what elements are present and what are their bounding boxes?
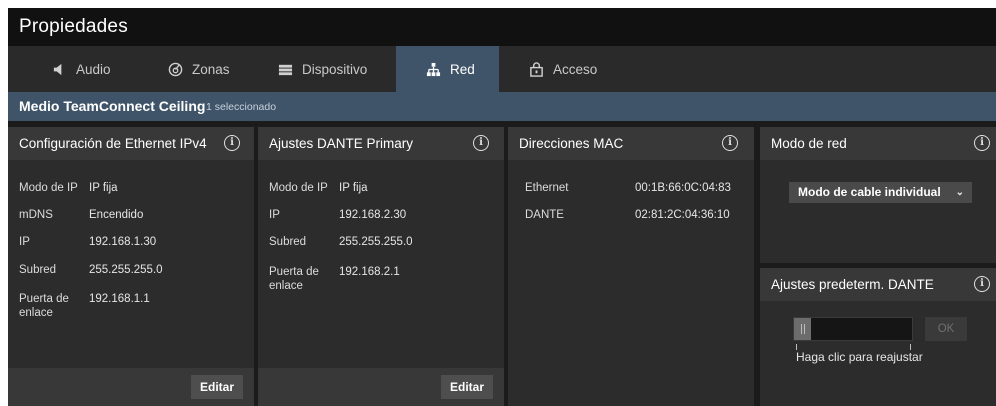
- properties-window: Propiedades Audio Zonas Dispositivo Red: [8, 8, 996, 406]
- tab-audio-label: Audio: [76, 61, 111, 77]
- dante-ip-label: IP: [269, 209, 280, 221]
- ipv4-ipmode-label: Modo de IP: [19, 182, 78, 194]
- network-mode-select[interactable]: Modo de cable individual ⌄: [789, 182, 972, 203]
- zones-icon: [168, 62, 183, 77]
- ipv4-edit-button[interactable]: Editar: [190, 375, 243, 399]
- tab-dispositivo[interactable]: Dispositivo: [278, 46, 367, 92]
- dante-ip-value: 192.168.2.30: [339, 209, 407, 221]
- ipv4-panel: Configuración de Ethernet IPv4 i Modo de…: [8, 127, 254, 406]
- dante-reset-title: Ajustes predeterm. DANTE: [771, 277, 934, 292]
- ipv4-ip-value: 192.168.1.30: [89, 236, 157, 248]
- ipv4-subnet-label: Subred: [19, 264, 57, 276]
- ipv4-mdns-value: Encendido: [89, 209, 144, 221]
- speaker-icon: [52, 62, 67, 77]
- device-bar: Medio TeamConnect Ceiling 1 seleccionado: [8, 92, 996, 121]
- dante-panel-header: Ajustes DANTE Primary i: [258, 127, 504, 160]
- tab-zonas[interactable]: Zonas: [168, 46, 230, 92]
- mac-dante-label: DANTE: [525, 209, 564, 221]
- ipv4-panel-header: Configuración de Ethernet IPv4 i: [8, 127, 254, 160]
- info-icon[interactable]: i: [473, 135, 489, 151]
- mac-ethernet-label: Ethernet: [525, 182, 569, 194]
- mac-panel: Direcciones MAC i Ethernet 00:1B:66:0C:0…: [508, 127, 754, 406]
- mac-panel-title: Direcciones MAC: [519, 136, 624, 151]
- chevron-down-icon: ⌄: [955, 187, 964, 198]
- dante-subnet-value: 255.255.255.0: [339, 236, 413, 248]
- title-bar: Propiedades: [8, 8, 996, 46]
- mac-ethernet-value: 00:1B:66:0C:04:83: [635, 182, 731, 194]
- dante-reset-header: Ajustes predeterm. DANTE i: [760, 268, 996, 301]
- info-icon[interactable]: i: [974, 276, 990, 292]
- dante-gateway-label: Puerta de enlace: [269, 266, 319, 292]
- selection-count: 1 seleccionado: [206, 101, 277, 113]
- network-mode-title: Modo de red: [771, 136, 847, 151]
- ipv4-gateway-label: Puerta de enlace: [19, 293, 69, 319]
- tab-red-label: Red: [450, 61, 475, 77]
- info-icon[interactable]: i: [224, 135, 240, 151]
- tab-acceso[interactable]: Acceso: [529, 46, 597, 92]
- reset-slider[interactable]: [793, 317, 913, 341]
- ipv4-mdns-label: mDNS: [19, 209, 53, 221]
- mac-dante-value: 02:81:2C:04:36:10: [635, 209, 730, 221]
- tab-audio[interactable]: Audio: [52, 46, 111, 92]
- ipv4-gateway-value: 192.168.1.1: [89, 293, 150, 305]
- dante-panel: Ajustes DANTE Primary i Modo de IP IP fi…: [258, 127, 504, 406]
- ok-button[interactable]: OK: [925, 317, 967, 341]
- network-icon: [426, 62, 441, 77]
- dante-ipmode-label: Modo de IP: [269, 182, 328, 194]
- info-icon[interactable]: i: [974, 135, 990, 151]
- device-name: Medio TeamConnect Ceiling: [19, 98, 206, 114]
- info-icon[interactable]: i: [722, 135, 738, 151]
- dante-panel-title: Ajustes DANTE Primary: [269, 136, 414, 151]
- ipv4-ip-label: IP: [19, 236, 30, 248]
- ipv4-panel-footer: Editar: [8, 368, 254, 406]
- tab-red[interactable]: Red: [396, 46, 499, 92]
- network-mode-header: Modo de red i: [760, 127, 996, 160]
- tab-dispositivo-label: Dispositivo: [302, 61, 368, 77]
- mac-panel-header: Direcciones MAC i: [508, 127, 754, 160]
- dante-gateway-value: 192.168.2.1: [339, 266, 400, 278]
- ipv4-ipmode-value: IP fija: [89, 182, 118, 194]
- dante-reset-panel: Ajustes predeterm. DANTE i OK Haga clic …: [760, 268, 996, 406]
- slider-grip-icon[interactable]: [801, 324, 805, 334]
- network-mode-value: Modo de cable individual: [798, 185, 941, 199]
- tab-acceso-label: Acceso: [553, 61, 598, 77]
- reset-hint: Haga clic para reajustar: [796, 350, 923, 364]
- dante-subnet-label: Subred: [269, 236, 307, 248]
- ipv4-subnet-value: 255.255.255.0: [89, 264, 163, 276]
- tab-bar: Audio Zonas Dispositivo Red Acceso: [8, 46, 996, 92]
- tab-zonas-label: Zonas: [192, 61, 230, 77]
- lock-icon: [529, 61, 544, 77]
- window-title: Propiedades: [19, 16, 128, 37]
- ipv4-panel-title: Configuración de Ethernet IPv4: [19, 136, 207, 151]
- dante-panel-footer: Editar: [258, 368, 504, 406]
- dante-edit-button[interactable]: Editar: [440, 375, 493, 399]
- dante-ipmode-value: IP fija: [339, 182, 368, 194]
- device-icon: [278, 62, 293, 77]
- network-mode-panel: Modo de red i Modo de cable individual ⌄: [760, 127, 996, 263]
